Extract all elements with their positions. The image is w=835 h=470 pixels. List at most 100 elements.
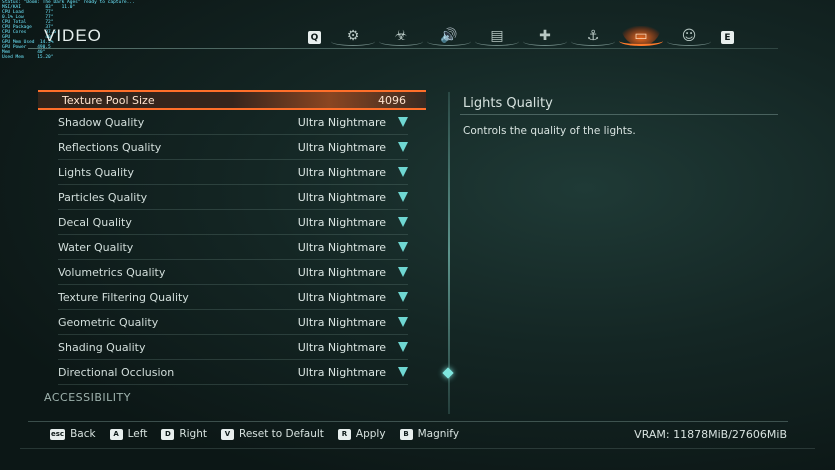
setting-label: Lights Quality bbox=[58, 165, 134, 179]
details-title: Lights Quality bbox=[463, 96, 553, 111]
setting-value: Ultra Nightmare bbox=[297, 240, 386, 254]
frame-bottom bbox=[20, 448, 815, 449]
settings-row[interactable]: Water Quality Ultra Nightmare bbox=[58, 235, 408, 260]
settings-row[interactable]: Shading Quality Ultra Nightmare bbox=[58, 335, 408, 360]
setting-label: Decal Quality bbox=[58, 215, 132, 229]
setting-value: Ultra Nightmare bbox=[297, 115, 386, 129]
dropdown-arrow-icon bbox=[398, 167, 408, 177]
vram-readout: VRAM: 11878MiB/27606MiB bbox=[634, 428, 787, 441]
settings-row[interactable]: Volumetrics Quality Ultra Nightmare bbox=[58, 260, 408, 285]
gameplay-icon: ⚙ bbox=[346, 28, 360, 44]
dropdown-arrow-icon bbox=[398, 317, 408, 327]
audio-tab[interactable]: 🔊 bbox=[425, 24, 473, 48]
settings-row[interactable]: Geometric Quality Ultra Nightmare bbox=[58, 310, 408, 335]
details-divider bbox=[460, 114, 778, 115]
key-hint: B bbox=[399, 428, 413, 440]
category-tabbar: Q ⚙ ☣ 🔊 ▤ ✚ ⚓ ▭ ☺ E bbox=[300, 22, 742, 48]
setting-label: Reflections Quality bbox=[58, 140, 162, 154]
setting-label: Directional Occlusion bbox=[58, 365, 175, 379]
settings-row[interactable]: Reflections Quality Ultra Nightmare bbox=[58, 135, 408, 160]
keybinds-icon: ⚓ bbox=[586, 28, 600, 44]
dropdown-arrow-icon bbox=[398, 342, 408, 352]
key-hint: V bbox=[221, 428, 234, 440]
settings-list[interactable]: Texture Pool Size 4096 Shadow Quality Ult… bbox=[38, 90, 426, 408]
settings-row[interactable]: Directional Occlusion Ultra Nightmare bbox=[58, 360, 408, 385]
list-item-partial[interactable] bbox=[58, 407, 408, 408]
setting-value-group[interactable]: Ultra Nightmare bbox=[298, 191, 408, 204]
footer-action-magnify[interactable]: B Magnify bbox=[399, 428, 459, 440]
footer-action-back[interactable]: esc Back bbox=[50, 428, 96, 440]
setting-value: Ultra Nightmare bbox=[297, 365, 386, 379]
settings-row[interactable]: Shadow Quality Ultra Nightmare bbox=[58, 110, 408, 135]
setting-value: Ultra Nightmare bbox=[297, 140, 386, 154]
scrollbar-track[interactable] bbox=[448, 92, 450, 414]
setting-value-group[interactable]: Ultra Nightmare bbox=[298, 366, 408, 379]
setting-value: Ultra Nightmare bbox=[297, 265, 386, 279]
dropdown-arrow-icon bbox=[398, 242, 408, 252]
dropdown-arrow-icon bbox=[398, 142, 408, 152]
audio-icon: 🔊 bbox=[440, 28, 458, 44]
key-hint: A bbox=[109, 428, 123, 440]
setting-value-group[interactable]: Ultra Nightmare bbox=[298, 316, 408, 329]
dropdown-arrow-icon bbox=[398, 367, 408, 377]
key-hint: D bbox=[161, 428, 175, 440]
action-label: Back bbox=[70, 428, 96, 440]
setting-value: Ultra Nightmare bbox=[297, 215, 386, 229]
setting-value-group[interactable]: Ultra Nightmare bbox=[298, 216, 408, 229]
footer-action-right[interactable]: D Right bbox=[161, 428, 207, 440]
difficulty-tab[interactable]: ☣ bbox=[377, 24, 425, 48]
gameplay-tab[interactable]: ⚙ bbox=[329, 24, 377, 48]
accessibility-icon: ☺ bbox=[681, 28, 697, 44]
setting-value-group[interactable]: Ultra Nightmare bbox=[298, 166, 408, 179]
hud-icon: ▤ bbox=[490, 28, 504, 44]
section-header-accessibility: ACCESSIBILITY bbox=[44, 390, 131, 404]
footer-action-apply[interactable]: R Apply bbox=[337, 428, 386, 440]
setting-value: Ultra Nightmare bbox=[297, 165, 386, 179]
action-label: Apply bbox=[355, 428, 386, 440]
setting-value: Ultra Nightmare bbox=[297, 315, 386, 329]
details-description: Controls the quality of the lights. bbox=[463, 125, 636, 137]
hud-tab[interactable]: ▤ bbox=[473, 24, 521, 48]
settings-row[interactable]: Texture Filtering Quality Ultra Nightmare bbox=[58, 285, 408, 310]
setting-value-group[interactable]: Ultra Nightmare bbox=[298, 266, 408, 279]
controls-tab[interactable]: ✚ bbox=[521, 24, 569, 48]
dropdown-arrow-icon bbox=[398, 217, 408, 227]
page-title: VIDEO bbox=[44, 26, 102, 45]
dropdown-arrow-icon bbox=[398, 267, 408, 277]
scrollbar-thumb[interactable] bbox=[442, 367, 454, 379]
video-tab[interactable]: ▭ bbox=[617, 24, 665, 48]
setting-label: Texture Filtering Quality bbox=[58, 290, 189, 304]
settings-row[interactable]: Lights Quality Ultra Nightmare bbox=[58, 160, 408, 185]
setting-label: Particles Quality bbox=[58, 190, 148, 204]
footer-action-reset-to-default[interactable]: V Reset to Default bbox=[221, 428, 324, 440]
prev-tab-key[interactable]: Q bbox=[308, 31, 321, 44]
setting-value-group[interactable]: Ultra Nightmare bbox=[298, 291, 408, 304]
setting-value-group[interactable]: Ultra Nightmare bbox=[298, 341, 408, 354]
dropdown-arrow-icon bbox=[398, 117, 408, 127]
setting-value-group[interactable]: Ultra Nightmare bbox=[298, 141, 408, 154]
key-hint: R bbox=[337, 428, 351, 440]
dropdown-arrow-icon bbox=[398, 192, 408, 202]
setting-label: Texture Pool Size bbox=[62, 93, 155, 107]
accessibility-tab[interactable]: ☺ bbox=[665, 24, 713, 48]
setting-label: Shadow Quality bbox=[58, 115, 145, 129]
setting-label: Water Quality bbox=[58, 240, 134, 254]
setting-value: 4096 bbox=[378, 93, 406, 107]
settings-row[interactable]: Decal Quality Ultra Nightmare bbox=[58, 210, 408, 235]
key-hint: esc bbox=[50, 428, 66, 440]
keybinds-tab[interactable]: ⚓ bbox=[569, 24, 617, 48]
setting-label: Volumetrics Quality bbox=[58, 265, 166, 279]
settings-row-texture-pool-size[interactable]: Texture Pool Size 4096 bbox=[38, 90, 426, 110]
setting-value-group[interactable]: Ultra Nightmare bbox=[298, 241, 408, 254]
controls-icon: ✚ bbox=[539, 28, 551, 44]
setting-value-group[interactable]: Ultra Nightmare bbox=[298, 116, 408, 129]
next-tab-key[interactable]: E bbox=[721, 31, 734, 44]
footer-action-left[interactable]: A Left bbox=[109, 428, 148, 440]
header-divider bbox=[28, 48, 778, 49]
setting-label: Shading Quality bbox=[58, 340, 146, 354]
action-label: Right bbox=[179, 428, 207, 440]
action-label: Left bbox=[127, 428, 148, 440]
settings-row[interactable]: Particles Quality Ultra Nightmare bbox=[58, 185, 408, 210]
setting-value: Ultra Nightmare bbox=[297, 290, 386, 304]
difficulty-icon: ☣ bbox=[394, 28, 408, 44]
